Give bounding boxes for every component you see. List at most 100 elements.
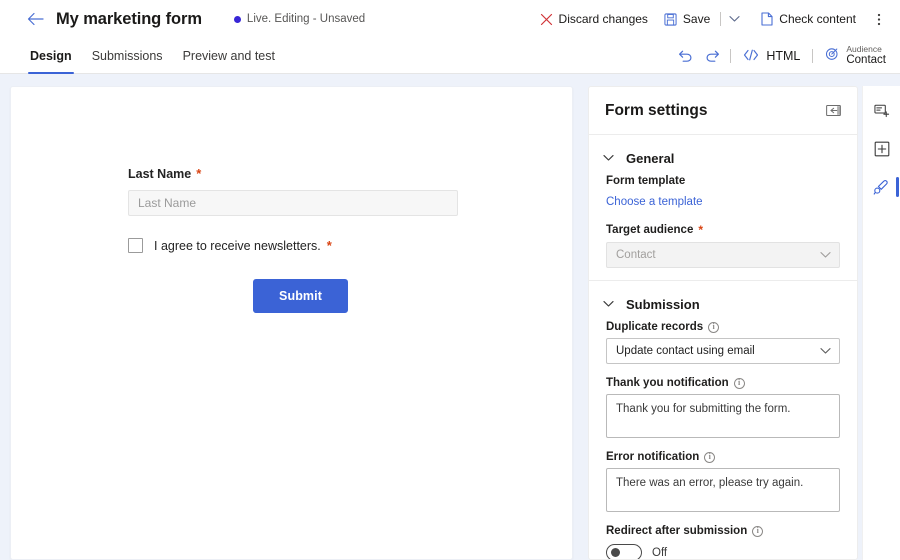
tab-bar: Design Submissions Preview and test HTML… [0, 38, 900, 74]
check-content-button[interactable]: Check content [753, 7, 864, 31]
last-name-label-text: Last Name [128, 167, 192, 181]
newsletter-consent-row: I agree to receive newsletters. * [128, 238, 473, 253]
panel-body: General Form template Choose a template … [589, 135, 857, 559]
section-submission-header[interactable]: Submission [589, 281, 857, 321]
error-notification-field: Error notification i There was an error,… [606, 451, 840, 512]
last-name-label: Last Name * [128, 166, 473, 181]
save-label: Save [682, 12, 711, 26]
chevron-down-icon [820, 251, 831, 259]
redirect-toggle-row: Off [606, 544, 840, 559]
check-content-label: Check content [779, 12, 856, 26]
required-asterisk: * [196, 166, 202, 181]
discard-changes-label: Discard changes [558, 12, 648, 26]
style-brush-icon[interactable] [865, 170, 899, 204]
choose-template-link[interactable]: Choose a template [606, 196, 703, 208]
panel-title: Form settings [605, 101, 708, 119]
last-name-input[interactable]: Last Name [128, 190, 458, 216]
chevron-down-icon [603, 149, 614, 167]
tab-preview-and-test[interactable]: Preview and test [175, 38, 283, 74]
duplicate-records-value: Update contact using email [616, 345, 755, 357]
tab-submissions-label: Submissions [91, 48, 163, 63]
tab-list: Design Submissions Preview and test [22, 38, 283, 74]
tool-rail [862, 86, 900, 560]
tab-bar-actions: HTML Audience Contact [672, 38, 892, 74]
toolbar-divider [720, 12, 722, 26]
form-canvas[interactable]: Last Name * Last Name I agree to receive… [10, 86, 573, 560]
tab-preview-and-test-label: Preview and test [182, 48, 275, 63]
thank-you-notification-label: Thank you notification i [606, 377, 840, 389]
toggle-knob [611, 548, 620, 557]
chevron-down-icon [603, 295, 614, 313]
status-dot-icon [233, 15, 241, 23]
info-circle-icon[interactable]: i [733, 377, 745, 389]
newsletter-label-text: I agree to receive newsletters. [154, 239, 321, 253]
error-notification-label-text: Error notification [606, 451, 700, 463]
form-preview: Last Name * Last Name I agree to receive… [128, 166, 473, 313]
back-arrow-icon[interactable] [20, 4, 50, 34]
tabbar-divider-1 [730, 49, 732, 63]
target-audience-label: Target audience * [606, 223, 840, 237]
duplicate-records-label-text: Duplicate records [606, 321, 704, 333]
info-circle-icon[interactable]: i [752, 525, 764, 537]
error-notification-label: Error notification i [606, 451, 840, 463]
tab-submissions[interactable]: Submissions [84, 38, 171, 74]
close-x-icon [540, 13, 553, 26]
status-badge: Live. Editing - Unsaved [233, 13, 366, 25]
undo-icon[interactable] [672, 43, 698, 69]
document-icon [761, 12, 773, 26]
html-label: HTML [766, 49, 801, 63]
add-field-icon[interactable] [865, 94, 899, 128]
add-section-icon[interactable] [865, 132, 899, 166]
status-text: Live. Editing - Unsaved [246, 13, 366, 25]
code-brackets-icon [743, 49, 759, 64]
section-general-title: General [626, 150, 675, 166]
last-name-placeholder: Last Name [138, 196, 197, 210]
tab-design[interactable]: Design [22, 38, 80, 74]
panel-collapse-icon[interactable] [826, 104, 841, 117]
audience-caption: Audience [846, 43, 882, 54]
info-circle-icon[interactable]: i [708, 321, 720, 333]
redirect-after-submission-label-text: Redirect after submission [606, 525, 748, 537]
target-audience-required-asterisk: * [698, 223, 704, 237]
redirect-toggle[interactable] [606, 544, 642, 559]
more-vertical-icon[interactable] [868, 6, 890, 32]
chevron-down-icon [820, 347, 831, 355]
error-notification-textarea[interactable]: There was an error, please try again. [606, 468, 840, 512]
duplicate-records-label: Duplicate records i [606, 321, 840, 333]
info-circle-icon[interactable]: i [704, 451, 716, 463]
page-title: My marketing form [56, 9, 202, 28]
form-template-label: Form template [606, 175, 686, 187]
command-bar: My marketing form Live. Editing - Unsave… [0, 0, 900, 38]
submit-button[interactable]: Submit [253, 279, 348, 313]
section-general-header[interactable]: General [589, 135, 857, 175]
command-bar-actions: Discard changes Save Check content [532, 0, 894, 38]
newsletter-required-asterisk: * [326, 238, 332, 253]
panel-header: Form settings [589, 87, 857, 135]
submit-row: Submit [128, 279, 473, 313]
section-submission-title: Submission [626, 296, 700, 312]
audience-selector[interactable]: Audience Contact [819, 43, 892, 69]
audience-value: Contact [846, 54, 886, 67]
target-audience-select: Contact [606, 242, 840, 268]
thank-you-notification-textarea[interactable]: Thank you for submitting the form. [606, 394, 840, 438]
form-settings-panel: Form settings General Form template Choo… [588, 86, 858, 560]
save-disk-icon [664, 12, 677, 26]
html-button[interactable]: HTML [735, 45, 808, 68]
tabbar-divider-2 [812, 49, 814, 63]
target-audience-field: Target audience * Contact [606, 223, 840, 268]
duplicate-records-select[interactable]: Update contact using email [606, 338, 840, 364]
tab-design-label: Design [30, 48, 72, 63]
redirect-after-submission-label: Redirect after submission i [606, 525, 840, 537]
target-audience-label-text: Target audience [606, 224, 694, 236]
app-root: My marketing form Live. Editing - Unsave… [0, 0, 900, 560]
redirect-after-submission-field: Redirect after submission i Off [606, 525, 840, 559]
redo-icon[interactable] [700, 43, 726, 69]
newsletter-label: I agree to receive newsletters. * [154, 238, 332, 253]
discard-changes-button[interactable]: Discard changes [532, 7, 656, 31]
section-general-body: Form template Choose a template Target a… [589, 175, 857, 268]
newsletter-checkbox[interactable] [128, 238, 143, 253]
duplicate-records-field: Duplicate records i Update contact using… [606, 321, 840, 364]
save-button[interactable]: Save [656, 7, 718, 31]
thank-you-notification-label-text: Thank you notification [606, 377, 729, 389]
save-chevron-down-icon[interactable] [723, 6, 745, 32]
